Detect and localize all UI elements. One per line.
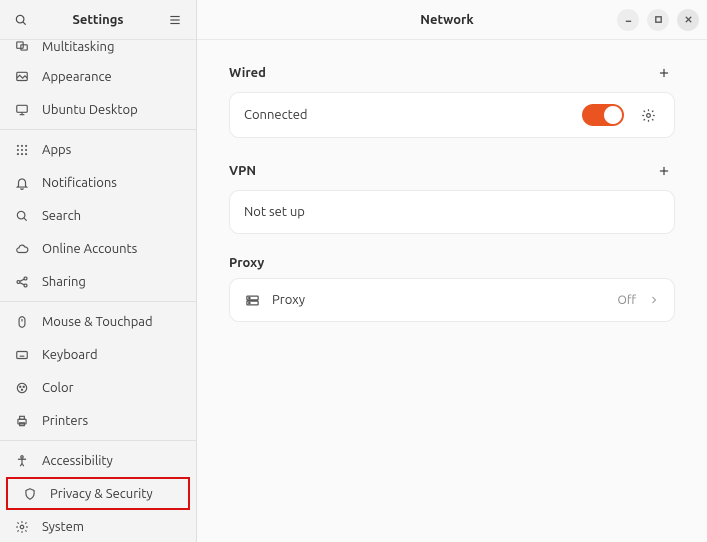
toggle-knob [604,106,622,124]
sidebar-separator [0,440,196,441]
sidebar-item-label: Accessibility [42,454,182,468]
proxy-title: Proxy [229,256,675,270]
close-icon [684,15,693,24]
sidebar-item-label: Ubuntu Desktop [42,103,182,117]
hamburger-icon [168,13,182,27]
printer-icon [14,413,30,429]
sidebar-item-color[interactable]: Color [0,371,196,404]
multitask-icon [14,40,30,54]
sidebar-item-accessibility[interactable]: Accessibility [0,444,196,477]
sidebar-item-label: Multitasking [42,40,114,54]
close-button[interactable] [677,9,699,31]
shield-icon [22,486,38,502]
sidebar-list: Multitasking Appearance Ubuntu Desktop A… [0,40,196,542]
plus-icon [657,66,671,80]
sidebar-item-label: Search [42,209,182,223]
content: Wired Connected VPN [197,40,707,336]
minimize-button[interactable] [617,9,639,31]
sidebar-item-label: Apps [42,143,182,157]
proxy-row[interactable]: Proxy Off [230,279,674,321]
search-icon [14,13,28,27]
sidebar-item-label: Keyboard [42,348,182,362]
minimize-icon [624,15,633,24]
main: Network Wired Connected [197,0,707,542]
search-icon [14,208,30,224]
sidebar-item-privacy-security[interactable]: Privacy & Security [8,479,188,508]
sidebar-title: Settings [34,13,162,27]
keyboard-icon [14,347,30,363]
sidebar-item-label: Mouse & Touchpad [42,315,182,329]
sidebar-item-label: Online Accounts [42,242,182,256]
sidebar-item-apps[interactable]: Apps [0,133,196,166]
sidebar-item-label: Appearance [42,70,182,84]
plus-icon [657,164,671,178]
sidebar-item-label: Sharing [42,275,182,289]
appearance-icon [14,69,30,85]
sidebar-item-online-accounts[interactable]: Online Accounts [0,232,196,265]
sidebar-item-label: Privacy & Security [50,487,174,501]
maximize-button[interactable] [647,9,669,31]
sidebar-item-system[interactable]: System [0,510,196,542]
wired-status: Connected [244,108,570,122]
sidebar-item-label: Color [42,381,182,395]
highlight-annotation: Privacy & Security [6,477,190,510]
sidebar-item-keyboard[interactable]: Keyboard [0,338,196,371]
sidebar-item-label: Printers [42,414,182,428]
proxy-section-header: Proxy [229,256,675,270]
wired-section-header: Wired [229,62,675,84]
proxy-card: Proxy Off [229,278,675,322]
color-icon [14,380,30,396]
sidebar-item-mouse-touchpad[interactable]: Mouse & Touchpad [0,305,196,338]
sidebar-separator [0,129,196,130]
maximize-icon [654,15,663,24]
sidebar-header: Settings [0,0,196,40]
proxy-row-label: Proxy [272,293,606,307]
add-vpn-button[interactable] [653,160,675,182]
cloud-icon [14,241,30,257]
vpn-status: Not set up [244,205,660,219]
sidebar-item-notifications[interactable]: Notifications [0,166,196,199]
sidebar-item-ubuntu-desktop[interactable]: Ubuntu Desktop [0,93,196,126]
sidebar-item-multitasking[interactable]: Multitasking [0,40,196,60]
sidebar: Settings Multitasking Appearance Ubuntu … [0,0,197,542]
mouse-icon [14,314,30,330]
sidebar-item-sharing[interactable]: Sharing [0,265,196,298]
wired-settings-button[interactable] [636,103,660,127]
gear-icon [641,108,656,123]
bell-icon [14,175,30,191]
share-icon [14,274,30,290]
page-title: Network [277,13,617,27]
accessibility-icon [14,453,30,469]
search-button[interactable] [8,7,34,33]
proxy-row-value: Off [618,294,636,307]
sidebar-item-appearance[interactable]: Appearance [0,60,196,93]
sidebar-item-label: System [42,520,182,534]
wired-title: Wired [229,66,653,80]
wired-card: Connected [229,92,675,138]
desktop-icon [14,102,30,118]
gear-icon [14,519,30,535]
vpn-section-header: VPN [229,160,675,182]
main-header: Network [197,0,707,40]
chevron-right-icon [648,294,660,306]
sidebar-separator [0,301,196,302]
menu-button[interactable] [162,7,188,33]
window-controls [617,9,699,31]
wired-row: Connected [230,93,674,137]
grid-icon [14,142,30,158]
sidebar-item-search[interactable]: Search [0,199,196,232]
vpn-title: VPN [229,164,653,178]
proxy-icon [244,292,260,308]
vpn-row: Not set up [230,191,674,233]
sidebar-item-label: Notifications [42,176,182,190]
sidebar-item-printers[interactable]: Printers [0,404,196,437]
add-wired-button[interactable] [653,62,675,84]
wired-toggle[interactable] [582,104,624,126]
vpn-card: Not set up [229,190,675,234]
